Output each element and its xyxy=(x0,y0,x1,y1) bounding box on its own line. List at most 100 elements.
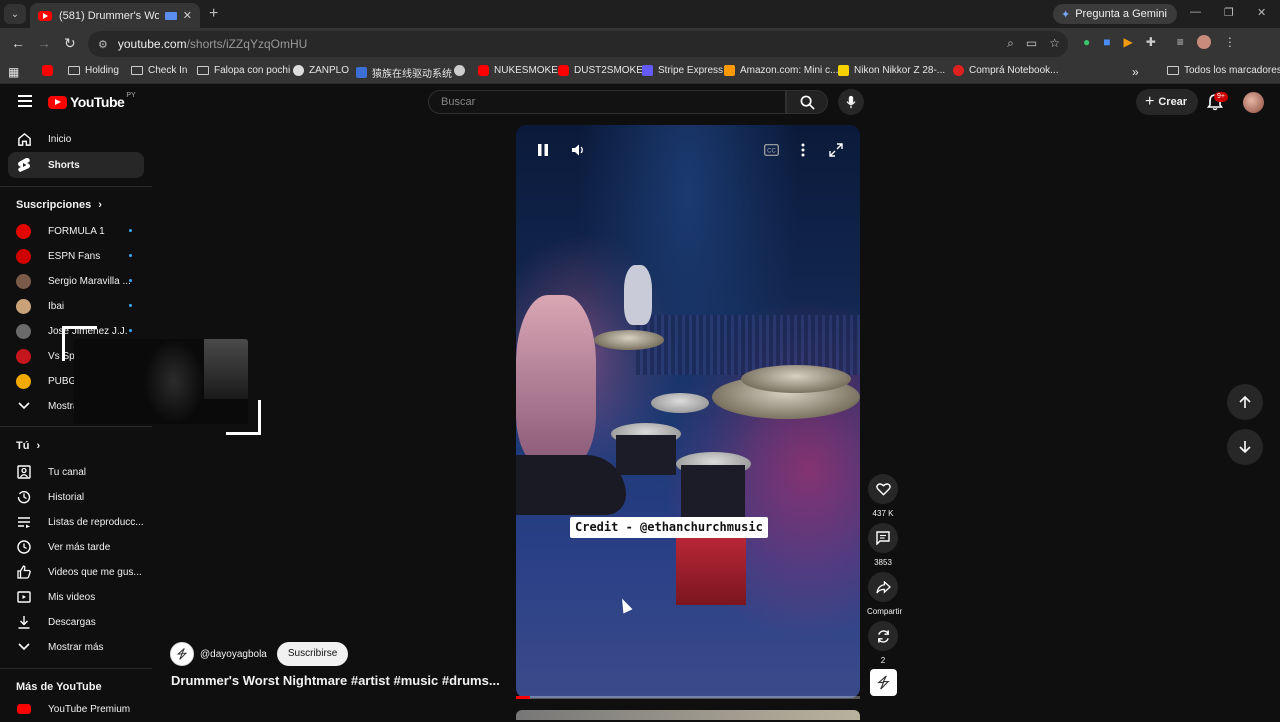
like-action[interactable]: 437 K xyxy=(867,474,899,518)
subscriptions-heading[interactable]: Suscripciones › xyxy=(16,199,102,211)
fullscreen-button[interactable] xyxy=(827,141,845,159)
hamburger-menu-icon[interactable] xyxy=(18,95,32,107)
extensions-puzzle-icon[interactable]: ✚ xyxy=(1146,35,1156,49)
sidebar-item-inicio[interactable]: Inicio xyxy=(8,126,144,152)
bookmark-1[interactable]: Check In xyxy=(131,65,187,76)
share-button[interactable] xyxy=(868,572,898,602)
next-short-preview[interactable] xyxy=(516,710,860,720)
previous-short-button[interactable] xyxy=(1227,384,1263,420)
bookmark-9[interactable]: Amazon.com: Mini c... xyxy=(724,65,838,76)
sidebar-item-shorts[interactable]: Shorts xyxy=(8,152,144,178)
apps-grid-icon[interactable]: ▦ xyxy=(8,65,19,79)
next-short-button[interactable] xyxy=(1227,429,1263,465)
download-icon xyxy=(16,614,32,630)
subscription-ibai[interactable]: Ibai xyxy=(8,293,144,319)
sidebar-item-youtube-premium[interactable]: YouTube Premium xyxy=(8,696,144,722)
browser-tab-active[interactable]: (581) Drummer's Worst Nightmare ✕ xyxy=(30,3,200,28)
channel-handle[interactable]: @dayoyagbola xyxy=(200,649,267,660)
mini-player[interactable] xyxy=(74,339,248,424)
browser-menu-icon[interactable]: ⋮ xyxy=(1224,35,1236,49)
sidebar-item-label: YouTube Premium xyxy=(48,703,131,715)
pause-button[interactable] xyxy=(534,141,552,159)
subscription-formula-1[interactable]: FORMULA 1 xyxy=(8,218,144,244)
subscribe-button[interactable]: Suscribirse xyxy=(276,642,349,666)
bookmark-2[interactable]: Falopa con pochi xyxy=(197,65,290,76)
create-button[interactable]: + Crear xyxy=(1136,89,1199,115)
short-video-player[interactable]: CC xyxy=(516,125,860,698)
subscription-espn-fans[interactable]: ESPN Fans xyxy=(8,243,144,269)
site-info-icon[interactable]: ⚙ xyxy=(98,38,108,51)
bookmark-8[interactable]: Stripe Express xyxy=(642,65,723,76)
new-tab-button[interactable]: + xyxy=(209,5,218,23)
remix-action[interactable]: 2 xyxy=(867,621,899,665)
bookmark-4[interactable]: 猿族在线驱动系统 xyxy=(356,65,452,80)
youtube-favicon-icon xyxy=(42,65,53,76)
sidebar-divider xyxy=(0,186,152,187)
sidebar-item-descargas[interactable]: Descargas xyxy=(8,609,144,635)
bookmarks-overflow-button[interactable]: » xyxy=(1132,65,1139,79)
search-button[interactable] xyxy=(786,90,828,114)
my-videos-icon xyxy=(16,589,32,605)
sidebar-item-liked-videos[interactable]: Videos que me gus... xyxy=(8,559,144,585)
cast-icon[interactable]: ▭ xyxy=(1026,36,1037,51)
extension-play-icon[interactable]: ▶ xyxy=(1124,35,1133,49)
window-close-icon[interactable]: ✕ xyxy=(1257,6,1266,19)
tab-close-button[interactable]: ✕ xyxy=(183,9,192,22)
zoom-icon[interactable]: ⌕ xyxy=(1007,36,1014,51)
comments-action[interactable]: 3853 xyxy=(867,523,899,567)
media-playing-icon[interactable] xyxy=(164,11,177,20)
subscription-sergio-maravilla[interactable]: Sergio Maravilla ... xyxy=(8,268,144,294)
share-action[interactable]: Compartir xyxy=(867,572,902,616)
minimize-icon[interactable]: — xyxy=(1190,6,1201,18)
extension-green-icon[interactable]: ● xyxy=(1083,35,1090,49)
all-bookmarks-button[interactable]: Todos los marcadores xyxy=(1167,65,1280,76)
account-avatar[interactable] xyxy=(1243,92,1264,113)
youtube-wordmark: YouTube xyxy=(70,94,125,110)
reload-icon[interactable]: ↻ xyxy=(64,35,76,52)
bookmark-3[interactable]: ZANPLO xyxy=(293,65,349,76)
sound-thumbnail[interactable] xyxy=(870,669,897,696)
profile-avatar[interactable] xyxy=(1196,35,1211,49)
sidebar-item-tu-canal[interactable]: Tu canal xyxy=(8,459,144,485)
remix-button[interactable] xyxy=(868,621,898,651)
sidebar-item-listas[interactable]: Listas de reproducc... xyxy=(8,509,144,535)
sidebar-item-ver-mas-tarde[interactable]: Ver más tarde xyxy=(8,534,144,560)
forward-arrow-icon[interactable]: → xyxy=(37,35,51,51)
browser-tab-bar: ⌄ (581) Drummer's Worst Nightmare ✕ + ✦ … xyxy=(0,0,1280,28)
sidebar-item-mis-videos[interactable]: Mis videos xyxy=(8,584,144,610)
chevron-right-icon: › xyxy=(36,440,41,452)
sidebar-item-mostrar-mas[interactable]: Mostrar más xyxy=(8,634,144,660)
comments-button[interactable] xyxy=(868,523,898,553)
volume-icon xyxy=(572,144,583,156)
youtube-logo[interactable]: YouTube PY xyxy=(48,92,136,110)
captions-button[interactable]: CC xyxy=(762,141,780,159)
channel-avatar[interactable] xyxy=(170,642,194,666)
back-arrow-icon[interactable]: ← xyxy=(11,35,25,51)
media-control-icon[interactable]: ≡ xyxy=(1177,35,1184,49)
restore-icon[interactable]: ❐ xyxy=(1224,6,1234,19)
bookmark-0[interactable]: Holding xyxy=(68,65,119,76)
bookmark-7[interactable]: DUST2SMOKE xyxy=(558,65,643,76)
voice-search-button[interactable] xyxy=(838,89,864,115)
address-bar[interactable]: ⚙ youtube.com/shorts/iZZqYzqOmHU ⌕ ▭ ☆ xyxy=(88,31,1068,57)
bookmark-6[interactable]: NUKESMOKE xyxy=(478,65,558,76)
like-button[interactable] xyxy=(868,474,898,504)
sidebar-item-historial[interactable]: Historial xyxy=(8,484,144,510)
channel-logo-icon xyxy=(877,675,890,690)
you-heading[interactable]: Tú › xyxy=(16,440,40,452)
bookmark-5[interactable] xyxy=(454,65,470,76)
all-bookmarks-label: Todos los marcadores xyxy=(1184,65,1280,76)
bookmark-10[interactable]: Nikon Nikkor Z 28-... xyxy=(838,65,945,76)
gemini-button[interactable]: ✦ Pregunta a Gemini xyxy=(1053,4,1177,24)
bookmark-star-icon[interactable]: ☆ xyxy=(1049,36,1060,51)
short-title[interactable]: Drummer's Worst Nightmare #artist #music… xyxy=(171,673,500,688)
volume-button[interactable] xyxy=(569,141,587,159)
extension-blue-icon[interactable]: ■ xyxy=(1103,35,1110,49)
more-options-button[interactable] xyxy=(794,141,812,159)
bookmark-youtube[interactable] xyxy=(42,65,58,76)
share-arrow-icon xyxy=(875,580,891,594)
tab-search-button[interactable]: ⌄ xyxy=(4,4,26,24)
bookmark-11[interactable]: Comprá Notebook... xyxy=(953,65,1059,76)
search-input[interactable]: Buscar xyxy=(428,90,786,114)
video-progress-bar[interactable] xyxy=(516,696,860,699)
